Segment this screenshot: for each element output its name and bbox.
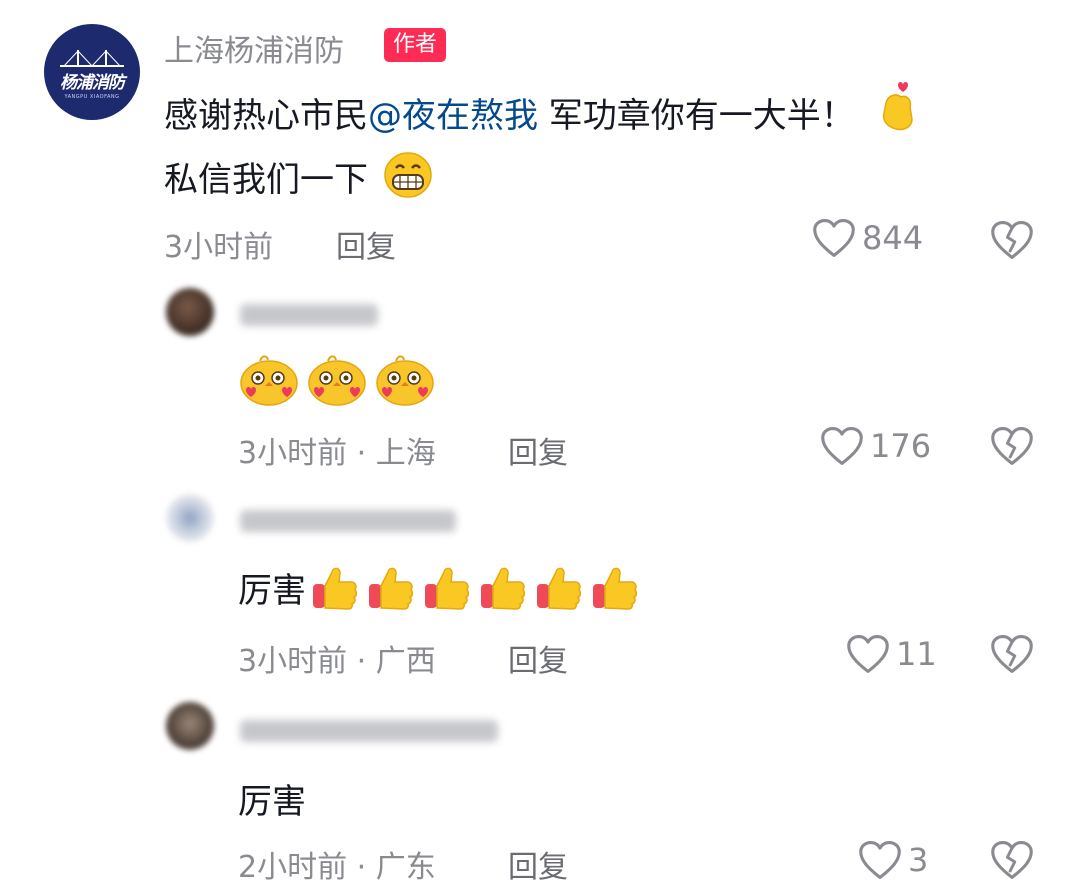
thumbs-up-emoji-icon [366, 562, 416, 612]
thumbs-up-emoji-icon [534, 562, 584, 612]
author-comment-text[interactable]: 感谢热心市民@夜在熬我 军功章你有一大半！ 私信我们一下 [164, 82, 994, 212]
author-avatar[interactable]: 杨浦消防 YANGPU XIAOFANG [44, 24, 140, 120]
reply-like-button[interactable]: 176 [820, 424, 931, 468]
like-count: 176 [870, 427, 932, 465]
grin-emoji-icon [383, 152, 432, 199]
broken-heart-icon[interactable] [990, 632, 1034, 676]
reply-emoji-row [310, 562, 640, 612]
reply-time-location: 3小时前 · 广西 [238, 644, 436, 679]
heart-outline-icon [812, 216, 856, 260]
thumbs-up-emoji-icon [310, 562, 360, 612]
heart-outline-icon [846, 632, 890, 676]
reply-button[interactable]: 回复 [508, 428, 568, 472]
broken-heart-icon[interactable] [990, 218, 1034, 262]
reply-time-location: 3小时前 · 上海 [238, 436, 436, 471]
chick-love-emoji-icon [306, 352, 368, 406]
reply-time-location: 2小时前 · 广东 [238, 850, 436, 885]
bridge-logo-icon [60, 50, 124, 67]
reply-avatar[interactable] [166, 288, 214, 336]
author-comment-time: 3小时前 [164, 230, 274, 265]
reply-like-button[interactable]: 3 [858, 838, 928, 882]
comment-text-before: 感谢热心市民 [164, 96, 368, 136]
reply-like-button[interactable]: 11 [846, 632, 937, 676]
avatar-logo-text: 杨浦消防 [60, 73, 125, 93]
heart-outline-icon [858, 838, 902, 882]
like-count: 844 [862, 219, 924, 257]
reply-emoji-row [238, 352, 436, 406]
reply-text: 厉害 [238, 782, 306, 822]
reply-username-blurred[interactable] [240, 720, 498, 742]
chick-love-emoji-icon [238, 352, 300, 406]
reply-avatar[interactable] [166, 494, 214, 542]
author-reply-button[interactable]: 回复 [336, 222, 396, 266]
mention-link[interactable]: @夜在熬我 [368, 96, 538, 136]
like-count: 11 [896, 635, 937, 673]
author-name[interactable]: 上海杨浦消防 [164, 26, 344, 70]
reply-button[interactable]: 回复 [508, 636, 568, 680]
avatar-logo-subtext: YANGPU XIAOFANG [64, 94, 120, 100]
reply-button[interactable]: 回复 [508, 842, 568, 886]
author-like-button[interactable]: 844 [812, 216, 923, 260]
broken-heart-icon[interactable] [990, 424, 1034, 468]
broken-heart-icon[interactable] [990, 838, 1034, 882]
comment-text-after: 军功章你有一大半！ [538, 96, 855, 136]
author-badge: 作者 [384, 28, 447, 62]
chick-love-emoji-icon [374, 352, 436, 406]
comment-text-line2: 私信我们一下 [164, 160, 368, 200]
thumbs-up-emoji-icon [422, 562, 472, 612]
thumbs-up-emoji-icon [478, 562, 528, 612]
reply-username-blurred[interactable] [240, 510, 456, 532]
heart-outline-icon [820, 424, 864, 468]
reply-avatar[interactable] [166, 702, 214, 750]
finger-heart-icon [876, 82, 920, 135]
reply-content: 厉害 [238, 562, 640, 612]
thumbs-up-emoji-icon [590, 562, 640, 612]
reply-username-blurred[interactable] [240, 304, 378, 326]
like-count: 3 [908, 841, 929, 879]
reply-text: 厉害 [238, 570, 306, 611]
